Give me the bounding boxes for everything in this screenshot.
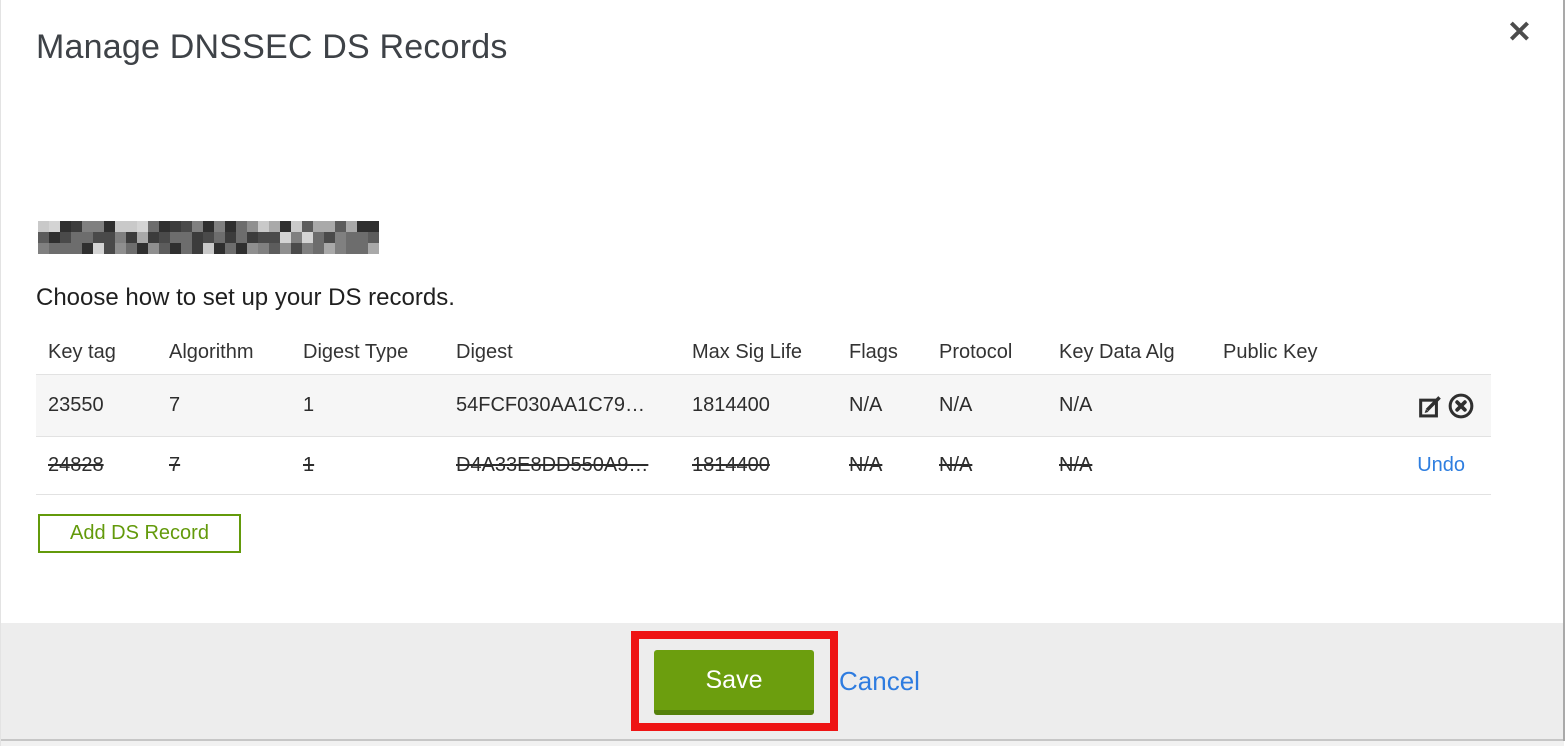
delete-record-icon[interactable] [1447, 392, 1475, 420]
row-actions [1381, 392, 1491, 420]
table-row: 24828 7 1 D4A33E8DD550A9… 1814400 N/A N/A N/A Un… [36, 436, 1491, 495]
cell-digest: D4A33E8DD550A9… [456, 454, 692, 477]
table-header-row: Key tag Algorithm Digest Type Digest Max Sig… [36, 330, 1491, 374]
ds-records-table: Key tag Algorithm Digest Type Digest Max Sig… [36, 330, 1491, 495]
page-title: Manage DNSSEC DS Records [36, 28, 508, 66]
cell-digest-type: 1 [303, 394, 456, 417]
cell-max-sig-life: 1814400 [692, 394, 849, 417]
cell-value: D4A33E8DD550A9… [456, 454, 649, 476]
column-header-key-data-alg: Key Data Alg [1059, 340, 1175, 363]
cell-algorithm: 7 [169, 394, 303, 417]
undo-link[interactable]: Undo [1417, 454, 1475, 477]
cell-value: N/A [849, 394, 883, 416]
cell-flags: N/A [849, 454, 939, 477]
table-row: 23550 7 1 54FCF030AA1C79… 1814400 N/A N/A N/A [36, 374, 1491, 436]
instruction-text: Choose how to set up your DS records. [36, 284, 455, 311]
column-header-algorithm: Algorithm [169, 340, 254, 363]
cell-value: 1814400 [692, 454, 770, 476]
cell-protocol: N/A [939, 454, 1059, 477]
cell-value: N/A [939, 394, 973, 416]
column-header-flags: Flags [849, 340, 898, 363]
cell-value: N/A [849, 454, 883, 476]
column-header-digest-type: Digest Type [303, 340, 409, 363]
cell-value: N/A [939, 454, 973, 476]
redacted-domain-name [38, 221, 379, 254]
cell-value: 7 [169, 454, 181, 476]
cell-value: 23550 [48, 394, 104, 416]
modal-right-border [1563, 0, 1565, 741]
page-behind-modal [1, 741, 1564, 746]
save-button[interactable]: Save [654, 650, 814, 715]
cell-algorithm: 7 [169, 454, 303, 477]
cell-value: 7 [169, 394, 181, 416]
cell-protocol: N/A [939, 394, 1059, 417]
cell-digest-type: 1 [303, 454, 456, 477]
close-icon[interactable]: ✕ [1507, 18, 1532, 48]
table-body: 23550 7 1 54FCF030AA1C79… 1814400 N/A N/A N/A 24… [36, 374, 1491, 495]
row-actions: Undo [1381, 454, 1491, 477]
cell-key-tag: 24828 [48, 454, 169, 477]
edit-record-icon[interactable] [1416, 392, 1444, 420]
cell-key-tag: 23550 [48, 394, 169, 417]
column-header-public-key: Public Key [1223, 340, 1318, 363]
cell-max-sig-life: 1814400 [692, 454, 849, 477]
manage-dnssec-modal: Manage DNSSEC DS Records ✕ Choose how to… [0, 0, 1568, 746]
column-header-max-sig-life: Max Sig Life [692, 340, 803, 363]
add-ds-record-button[interactable]: Add DS Record [38, 514, 241, 553]
cell-value: 1 [303, 394, 315, 416]
cell-key-data-alg: N/A [1059, 394, 1223, 417]
cell-flags: N/A [849, 394, 939, 417]
cell-value: N/A [1059, 394, 1093, 416]
cancel-link[interactable]: Cancel [839, 666, 920, 697]
cell-value: 54FCF030AA1C79… [456, 394, 645, 416]
column-header-key-tag: Key tag [48, 340, 116, 363]
column-header-digest: Digest [456, 340, 513, 363]
cell-key-data-alg: N/A [1059, 454, 1223, 477]
cell-value: 1814400 [692, 394, 770, 416]
column-header-protocol: Protocol [939, 340, 1013, 363]
cell-digest: 54FCF030AA1C79… [456, 394, 692, 417]
cell-value: 24828 [48, 454, 104, 476]
cell-value: 1 [303, 454, 315, 476]
cell-value: N/A [1059, 454, 1093, 476]
